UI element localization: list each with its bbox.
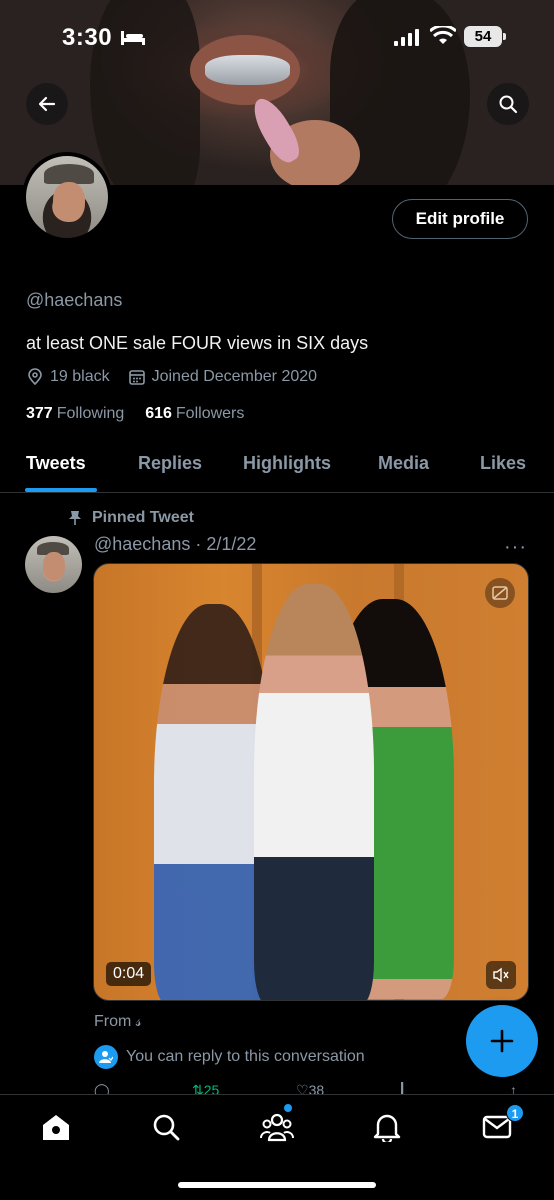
following-link[interactable]: 377 Following (26, 405, 124, 422)
arrow-left-icon (38, 96, 56, 112)
more-options-button[interactable]: ··· (504, 536, 527, 559)
tweet-avatar[interactable] (25, 536, 82, 593)
mute-button[interactable] (486, 961, 516, 989)
video-duration: 0:04 (106, 962, 152, 986)
profile-location: 19 black (50, 368, 110, 385)
picture-in-picture-icon[interactable] (485, 578, 515, 608)
wifi-icon (430, 26, 456, 44)
tab-likes[interactable]: Likes (480, 453, 526, 474)
bed-icon (121, 31, 145, 45)
pinned-text: Pinned Tweet (92, 509, 194, 526)
reply-permission-text: You can reply to this conversation (126, 1048, 365, 1065)
follow-stats: 377 Following 616 Followers (26, 405, 244, 423)
pin-icon (69, 511, 81, 525)
nav-home[interactable] (36, 1109, 76, 1145)
nav-notifications[interactable] (367, 1109, 407, 1145)
status-time: 3:30 (62, 24, 113, 51)
followers-label: Followers (175, 405, 245, 422)
profile-handle: @haechans (26, 290, 123, 310)
tab-tweets[interactable]: Tweets (26, 453, 86, 474)
edit-profile-button[interactable]: Edit profile (392, 199, 528, 239)
status-bar: 3:30 54 (0, 0, 554, 72)
home-indicator (178, 1182, 376, 1188)
pinned-label: Pinned Tweet (68, 509, 194, 527)
following-count: 377 (26, 405, 53, 422)
search-icon (499, 95, 518, 114)
profile-bio: at least ONE sale FOUR views in SIX days (26, 333, 369, 353)
nav-search[interactable] (146, 1109, 186, 1145)
communities-unread-dot (284, 1104, 292, 1112)
calendar-icon (128, 370, 145, 385)
location-icon (28, 368, 42, 386)
speaker-muted-icon (493, 967, 509, 983)
reply-permission: You can reply to this conversation (94, 1045, 365, 1069)
tab-media[interactable]: Media (378, 453, 429, 474)
profile-joined: Joined December 2020 (151, 368, 318, 385)
search-button[interactable] (487, 83, 529, 125)
signal-icon (394, 29, 419, 46)
bell-icon (373, 1114, 401, 1142)
active-tab-indicator (25, 488, 97, 492)
messages-badge: 1 (506, 1104, 524, 1122)
tweet-header[interactable]: @haechans · 2/1/22 (94, 534, 256, 555)
back-button[interactable] (26, 83, 68, 125)
nav-communities[interactable] (257, 1109, 297, 1145)
tab-highlights[interactable]: Highlights (243, 453, 331, 474)
plus-icon (490, 1029, 514, 1053)
profile-avatar[interactable] (22, 152, 112, 242)
profile-tabs: Tweets Replies Highlights Media Likes (0, 440, 554, 493)
from-label: From 𝓈 (94, 1013, 142, 1030)
user-icon (94, 1045, 118, 1069)
following-label: Following (56, 405, 125, 422)
compose-tweet-button[interactable] (466, 1005, 538, 1077)
followers-count: 616 (145, 405, 172, 422)
communities-icon (260, 1113, 294, 1142)
followers-link[interactable]: 616 Followers (145, 405, 244, 422)
tweet-video[interactable]: 0:04 (93, 563, 529, 1001)
profile-meta: 19 black Joined December 2020 (26, 368, 317, 386)
battery-indicator: 54 (464, 26, 506, 47)
home-icon (43, 1115, 69, 1140)
search-icon (153, 1114, 180, 1141)
tab-replies[interactable]: Replies (138, 453, 202, 474)
